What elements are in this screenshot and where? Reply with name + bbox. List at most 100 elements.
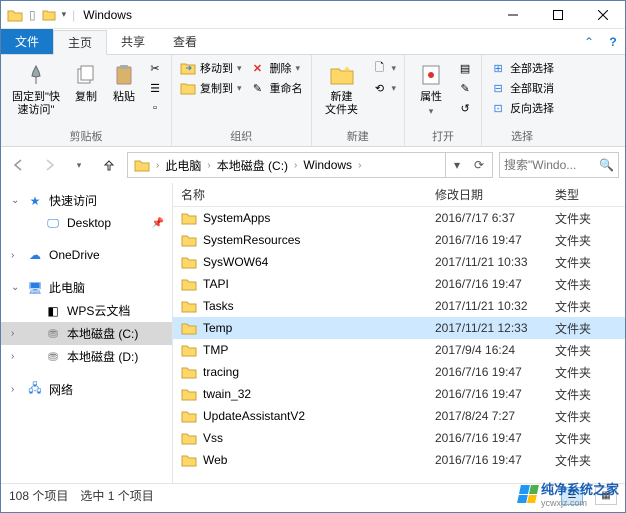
breadcrumb-dropdown-icon[interactable]: ▾ — [446, 158, 468, 172]
chevron-right-icon[interactable]: › — [292, 160, 299, 171]
row-type: 文件夹 — [547, 342, 607, 359]
nav-thispc[interactable]: ⌄🖥此电脑 — [1, 276, 172, 299]
easyaccess-icon: ⟲ — [372, 80, 388, 96]
nav-onedrive[interactable]: ›☁OneDrive — [1, 244, 172, 266]
table-row[interactable]: Temp2017/11/21 12:33文件夹 — [173, 317, 625, 339]
col-date[interactable]: 修改日期 — [427, 186, 547, 203]
ribbon-tabs: 文件 主页 共享 查看 ⌃ ? — [1, 29, 625, 55]
paste-button[interactable]: 粘贴 — [107, 59, 141, 106]
history-button[interactable]: ↺ — [455, 99, 475, 117]
chevron-right-icon[interactable]: › — [205, 160, 212, 171]
ribbon-collapse-icon[interactable]: ⌃ — [577, 29, 601, 54]
nav-up-button[interactable] — [97, 153, 121, 177]
minimize-button[interactable] — [490, 1, 535, 29]
nav-forward-button[interactable] — [37, 153, 61, 177]
folder-icon — [7, 8, 23, 22]
open-button[interactable]: ▤ — [455, 59, 475, 77]
cut-button[interactable]: ✂ — [145, 59, 165, 77]
chevron-right-icon[interactable]: › — [11, 328, 14, 339]
chevron-right-icon[interactable]: › — [11, 351, 14, 362]
chevron-down-icon[interactable]: ⌄ — [11, 282, 19, 293]
tab-home[interactable]: 主页 — [53, 30, 107, 55]
newitem-button[interactable]: 🗋▾ — [370, 59, 399, 77]
row-date: 2016/7/16 19:47 — [427, 453, 547, 467]
row-date: 2016/7/16 19:47 — [427, 431, 547, 445]
maximize-button[interactable] — [535, 1, 580, 29]
chevron-down-icon[interactable]: ⌄ — [11, 195, 19, 206]
table-row[interactable]: TMP2017/9/4 16:24文件夹 — [173, 339, 625, 361]
status-selection: 选中 1 个项目 — [80, 487, 153, 504]
help-icon[interactable]: ? — [601, 29, 625, 54]
newfolder-button[interactable]: 新建 文件夹 — [318, 59, 366, 119]
ribbon-group-new: 新建 文件夹 🗋▾ ⟲▾ 新建 — [312, 55, 406, 146]
qat-dropdown-icon[interactable]: ▾ — [62, 9, 67, 20]
breadcrumb-seg-1[interactable]: 本地磁盘 (C:) — [213, 157, 292, 174]
rename-button[interactable]: ✎重命名 — [248, 79, 305, 97]
tab-view[interactable]: 查看 — [159, 29, 211, 54]
refresh-icon[interactable]: ⟳ — [468, 158, 490, 172]
paste-shortcut-button[interactable]: ▫ — [145, 99, 165, 117]
pin-quickaccess-button[interactable]: 固定到"快 速访问" — [7, 59, 65, 119]
col-type[interactable]: 类型 — [547, 186, 607, 203]
main-area: ⌄★快速访问 🖵Desktop📌 ›☁OneDrive ⌄🖥此电脑 ◧WPS云文… — [1, 183, 625, 483]
chevron-right-icon[interactable]: › — [11, 384, 14, 395]
open-icon: ▤ — [457, 60, 473, 76]
wps-icon: ◧ — [45, 303, 61, 319]
qat-newfolder-icon[interactable] — [42, 9, 56, 21]
table-row[interactable]: tracing2016/7/16 19:47文件夹 — [173, 361, 625, 383]
selectall-button[interactable]: ⊞全部选择 — [488, 59, 556, 77]
table-row[interactable]: Tasks2017/11/21 10:32文件夹 — [173, 295, 625, 317]
search-box[interactable]: 🔍 — [499, 152, 619, 178]
nav-disk-c[interactable]: ›⛃本地磁盘 (C:) — [1, 322, 172, 345]
pin-icon — [21, 61, 51, 89]
table-row[interactable]: Web2016/7/16 19:47文件夹 — [173, 449, 625, 471]
selectnone-icon: ⊟ — [490, 80, 506, 96]
nav-network[interactable]: ›🖧网络 — [1, 378, 172, 401]
chevron-right-icon[interactable]: › — [356, 160, 363, 171]
copyto-button[interactable]: 复制到 ▾ — [178, 79, 244, 97]
properties-button[interactable]: 属性 ▾ — [411, 59, 451, 119]
table-row[interactable]: SystemApps2016/7/17 6:37文件夹 — [173, 207, 625, 229]
invertselection-button[interactable]: ⊡反向选择 — [488, 99, 556, 117]
moveto-button[interactable]: 移动到 ▾ — [178, 59, 244, 77]
chevron-right-icon[interactable]: › — [11, 250, 14, 261]
row-type: 文件夹 — [547, 298, 607, 315]
row-type: 文件夹 — [547, 276, 607, 293]
pc-icon: 🖥 — [27, 280, 43, 296]
invert-icon: ⊡ — [490, 100, 506, 116]
properties-icon — [416, 61, 446, 89]
table-row[interactable]: SystemResources2016/7/16 19:47文件夹 — [173, 229, 625, 251]
nav-history-button[interactable]: ▾ — [67, 153, 91, 177]
breadcrumb[interactable]: › 此电脑 › 本地磁盘 (C:) › Windows › ▾ ⟳ — [127, 152, 493, 178]
breadcrumb-seg-2[interactable]: Windows — [299, 158, 356, 172]
nav-back-button[interactable] — [7, 153, 31, 177]
cloud-icon: ☁ — [27, 247, 43, 263]
nav-wpscloud[interactable]: ◧WPS云文档 — [1, 299, 172, 322]
nav-desktop[interactable]: 🖵Desktop📌 — [1, 212, 172, 234]
edit-icon: ✎ — [457, 80, 473, 96]
easyaccess-button[interactable]: ⟲▾ — [370, 79, 399, 97]
nav-disk-d[interactable]: ›⛃本地磁盘 (D:) — [1, 345, 172, 368]
table-row[interactable]: TAPI2016/7/16 19:47文件夹 — [173, 273, 625, 295]
table-row[interactable]: UpdateAssistantV22017/8/24 7:27文件夹 — [173, 405, 625, 427]
selectnone-button[interactable]: ⊟全部取消 — [488, 79, 556, 97]
copypath-button[interactable]: ☰ — [145, 79, 165, 97]
qat-properties-icon[interactable]: ▯ — [29, 8, 36, 22]
tab-file[interactable]: 文件 — [1, 29, 53, 54]
tab-share[interactable]: 共享 — [107, 29, 159, 54]
search-input[interactable] — [504, 158, 595, 172]
delete-button[interactable]: ✕删除 ▾ — [248, 59, 305, 77]
table-row[interactable]: SysWOW642017/11/21 10:33文件夹 — [173, 251, 625, 273]
edit-button[interactable]: ✎ — [455, 79, 475, 97]
copy-button[interactable]: 复制 — [69, 59, 103, 106]
path-icon: ☰ — [147, 80, 163, 96]
breadcrumb-root-icon[interactable] — [130, 158, 154, 172]
nav-pane: ⌄★快速访问 🖵Desktop📌 ›☁OneDrive ⌄🖥此电脑 ◧WPS云文… — [1, 183, 173, 483]
chevron-right-icon[interactable]: › — [154, 160, 161, 171]
breadcrumb-seg-0[interactable]: 此电脑 — [161, 157, 205, 174]
table-row[interactable]: twain_322016/7/16 19:47文件夹 — [173, 383, 625, 405]
close-button[interactable] — [580, 1, 625, 29]
nav-quickaccess[interactable]: ⌄★快速访问 — [1, 189, 172, 212]
col-name[interactable]: 名称 — [173, 186, 427, 203]
table-row[interactable]: Vss2016/7/16 19:47文件夹 — [173, 427, 625, 449]
